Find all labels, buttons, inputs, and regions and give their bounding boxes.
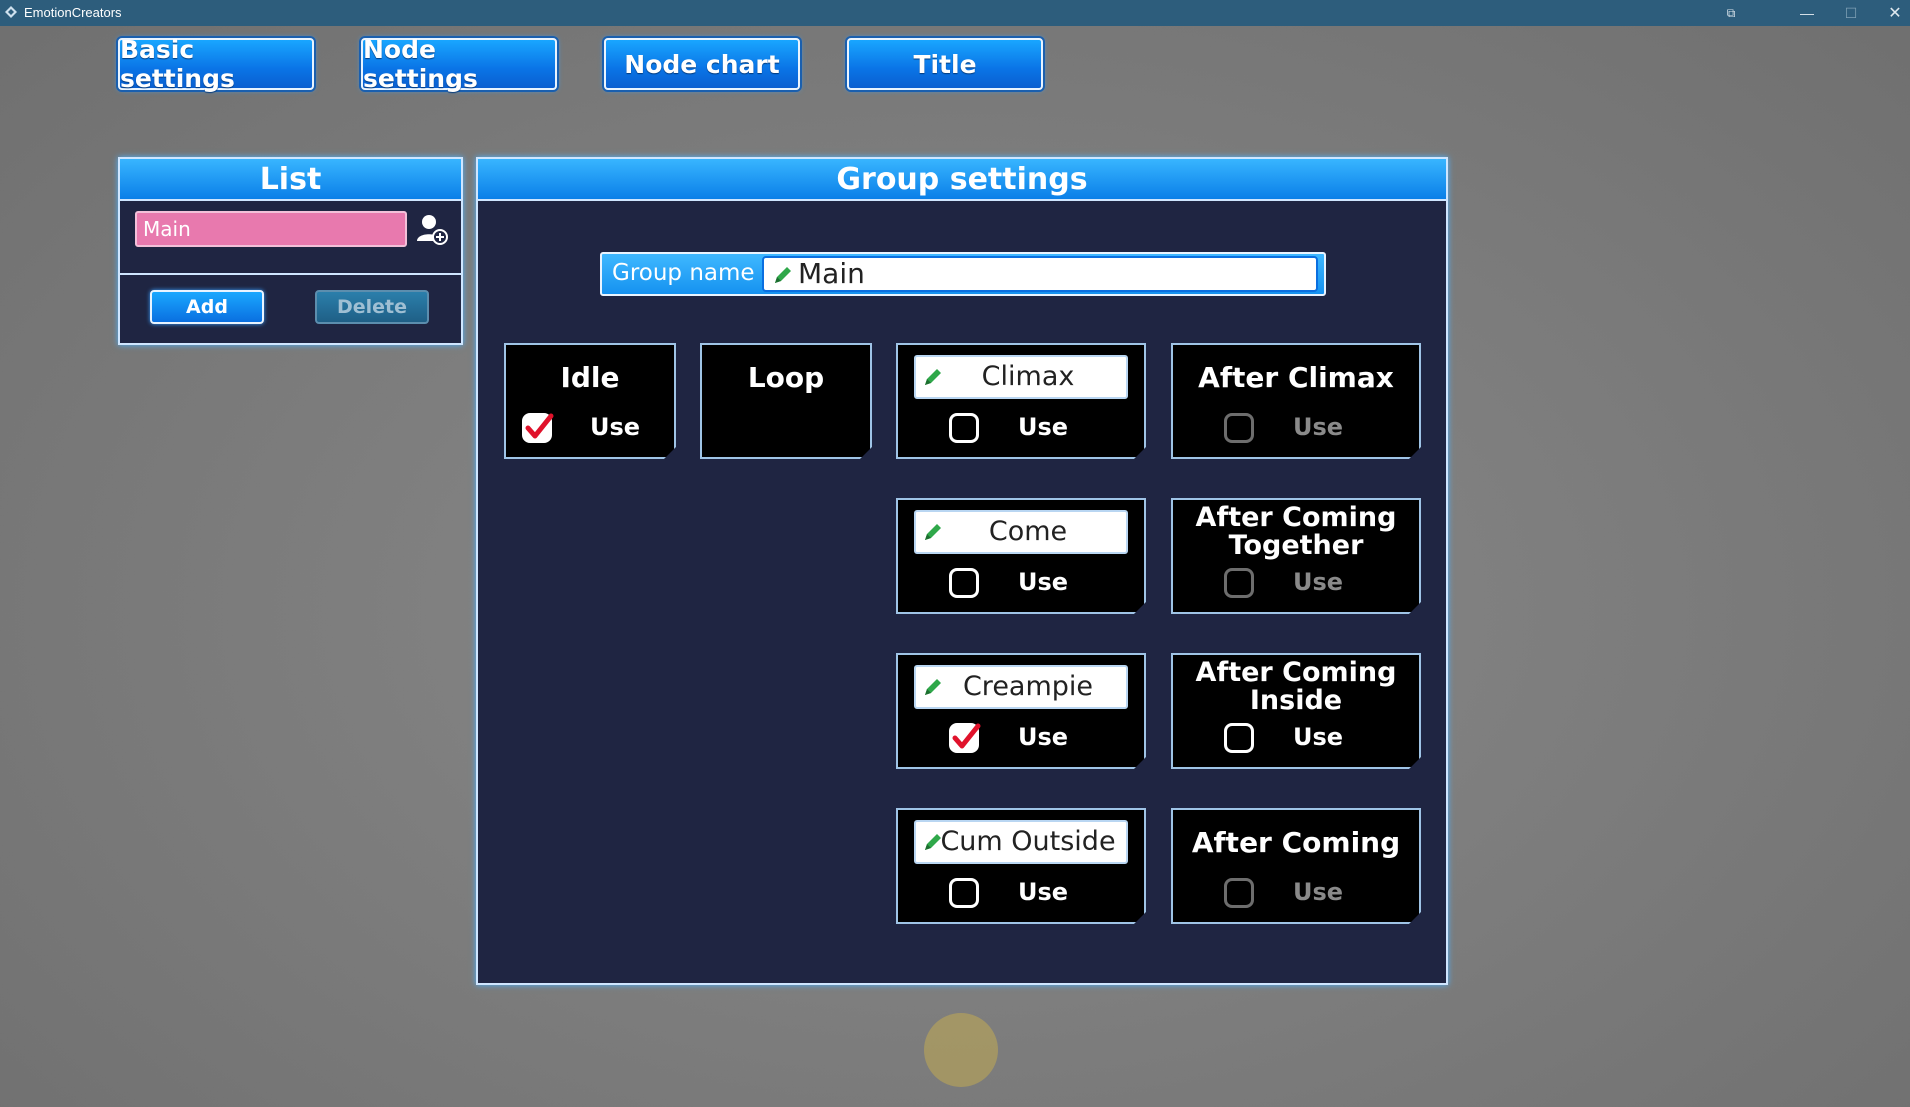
card-creampie: Creampie Use (896, 653, 1146, 769)
cursor-indicator (924, 1013, 998, 1087)
checkmark-icon (522, 410, 556, 444)
card-cum-outside: Cum Outside Use (896, 808, 1146, 924)
card-title: After Coming (1191, 826, 1401, 859)
pencil-icon (775, 267, 791, 283)
card-climax: Climax Use (896, 343, 1146, 459)
use-label: Use (1293, 723, 1344, 751)
add-button[interactable]: Add (150, 290, 264, 324)
climax-name-field[interactable]: Climax (914, 355, 1128, 399)
climax-name-value: Climax (981, 361, 1075, 392)
title-bar: EmotionCreators ⧉ — ☐ ✕ (0, 0, 1910, 26)
use-label: Use (1293, 878, 1344, 906)
use-label: Use (1293, 568, 1344, 596)
delete-button[interactable]: Delete (315, 290, 429, 324)
list-divider (120, 273, 461, 275)
title-button[interactable]: Title (847, 38, 1043, 90)
restore-icon[interactable]: ⧉ (1708, 0, 1754, 26)
use-label: Use (1293, 413, 1344, 441)
idle-use-checkbox[interactable] (522, 413, 552, 443)
cum-outside-name-value: Cum Outside (940, 826, 1116, 857)
card-after-coming: After Coming Use (1171, 808, 1421, 924)
window-title: EmotionCreators (24, 5, 122, 20)
cum-outside-use-checkbox[interactable] (949, 878, 979, 908)
group-settings-panel: Group settings Group name Main Idle Use … (476, 157, 1448, 985)
creampie-name-value: Creampie (962, 671, 1094, 702)
list-panel: List Main Add Delete (118, 157, 463, 345)
pencil-icon (922, 366, 944, 388)
list-item-main[interactable]: Main (135, 211, 407, 247)
come-use-checkbox[interactable] (949, 568, 979, 598)
after-coming-inside-use-checkbox[interactable] (1224, 723, 1254, 753)
group-name-input[interactable]: Main (762, 256, 1318, 292)
close-icon[interactable]: ✕ (1872, 0, 1910, 26)
card-loop: Loop (700, 343, 872, 459)
climax-use-checkbox[interactable] (949, 413, 979, 443)
minimize-icon[interactable]: — (1784, 0, 1830, 26)
use-label: Use (1018, 413, 1069, 441)
creampie-use-checkbox[interactable] (949, 723, 979, 753)
card-title: Loop (747, 361, 825, 394)
card-after-coming-inside: After Coming Inside Use (1171, 653, 1421, 769)
after-coming-together-use-checkbox[interactable] (1224, 568, 1254, 598)
card-after-coming-together: After Coming Together Use (1171, 498, 1421, 614)
pencil-icon (922, 521, 944, 543)
pencil-icon (922, 676, 944, 698)
cum-outside-name-field[interactable]: Cum Outside (914, 820, 1128, 864)
basic-settings-button[interactable]: Basic settings (118, 35, 314, 93)
card-title: After Coming Inside (1195, 657, 1397, 716)
card-after-climax: After Climax Use (1171, 343, 1421, 459)
group-name-row: Group name Main (600, 252, 1326, 296)
card-title: After Coming Together (1195, 502, 1397, 561)
node-settings-button[interactable]: Node settings (361, 35, 557, 93)
card-title: Idle (560, 361, 620, 394)
creampie-name-field[interactable]: Creampie (914, 665, 1128, 709)
card-idle: Idle Use (504, 343, 676, 459)
card-come: Come Use (896, 498, 1146, 614)
use-label: Use (1018, 878, 1069, 906)
come-name-field[interactable]: Come (914, 510, 1128, 554)
after-climax-use-checkbox[interactable] (1224, 413, 1254, 443)
list-panel-header: List (120, 159, 461, 201)
group-settings-header: Group settings (478, 159, 1446, 201)
group-name-value: Main (798, 257, 865, 290)
come-name-value: Come (988, 516, 1068, 547)
node-chart-button[interactable]: Node chart (604, 38, 800, 90)
app-icon (5, 6, 17, 18)
checkmark-icon (949, 720, 983, 754)
add-user-icon[interactable] (416, 213, 448, 245)
card-title: After Climax (1198, 361, 1394, 394)
after-coming-use-checkbox[interactable] (1224, 878, 1254, 908)
use-label: Use (590, 413, 641, 441)
use-label: Use (1018, 568, 1069, 596)
group-name-label: Group name (612, 260, 755, 286)
maximize-icon[interactable]: ☐ (1828, 0, 1874, 26)
pencil-icon (922, 831, 944, 853)
use-label: Use (1018, 723, 1069, 751)
